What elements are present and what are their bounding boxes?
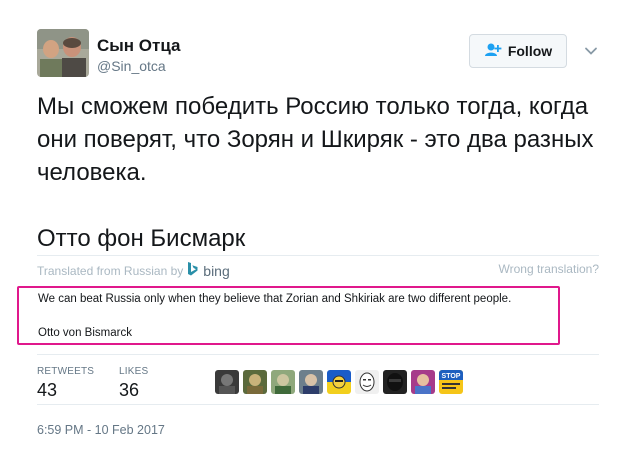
liker-avatar[interactable] xyxy=(243,370,267,394)
stop-badge-avatar[interactable]: STOP xyxy=(439,370,463,394)
translation-body: We can beat Russia only when they believ… xyxy=(38,293,512,305)
liker-avatar[interactable] xyxy=(271,370,295,394)
author-avatar[interactable] xyxy=(37,29,89,77)
likes-stat[interactable]: LIKES 36 xyxy=(119,366,148,401)
liker-avatar[interactable] xyxy=(355,370,379,394)
liker-avatar[interactable] xyxy=(215,370,239,394)
divider xyxy=(37,354,599,355)
tweet-signature: Отто фон Бисмарк xyxy=(37,225,246,252)
liker-avatar[interactable] xyxy=(411,370,435,394)
chevron-down-icon[interactable] xyxy=(584,44,598,58)
retweets-count: 43 xyxy=(37,380,58,400)
author-handle[interactable]: @Sin_otca xyxy=(97,58,166,74)
liker-avatar[interactable] xyxy=(299,370,323,394)
likes-label: LIKES xyxy=(119,366,149,377)
retweets-stat[interactable]: RETWEETS 43 xyxy=(37,366,94,401)
divider xyxy=(37,404,599,405)
tweet-text: Мы сможем победить Россию только тогда, … xyxy=(37,90,612,255)
follow-button-label: Follow xyxy=(507,43,553,59)
translation-provider: bing xyxy=(203,262,230,279)
bing-icon xyxy=(187,262,198,279)
tweet-timestamp[interactable]: 6:59 PM - 10 Feb 2017 xyxy=(37,423,165,437)
translation-source-label: Translated from Russian by xyxy=(37,263,184,278)
add-user-icon xyxy=(484,43,502,60)
translation-text: We can beat Russia only when they believ… xyxy=(38,292,558,340)
translation-source-row: Translated from Russian by bing Wrong tr… xyxy=(37,262,599,280)
liker-avatars: STOP xyxy=(215,370,463,394)
translation-signature: Otto von Bismarck xyxy=(38,327,132,339)
wrong-translation-link[interactable]: Wrong translation? xyxy=(499,262,600,276)
author-display-name[interactable]: Сын Отца xyxy=(97,36,180,56)
liker-avatar[interactable] xyxy=(383,370,407,394)
likes-count: 36 xyxy=(119,380,140,400)
liker-avatar[interactable] xyxy=(327,370,351,394)
divider xyxy=(37,255,599,256)
follow-button[interactable]: Follow xyxy=(469,34,567,68)
retweets-label: RETWEETS xyxy=(37,366,95,377)
tweet-body: Мы сможем победить Россию только тогда, … xyxy=(37,93,594,186)
stop-badge-text: STOP xyxy=(442,373,461,380)
